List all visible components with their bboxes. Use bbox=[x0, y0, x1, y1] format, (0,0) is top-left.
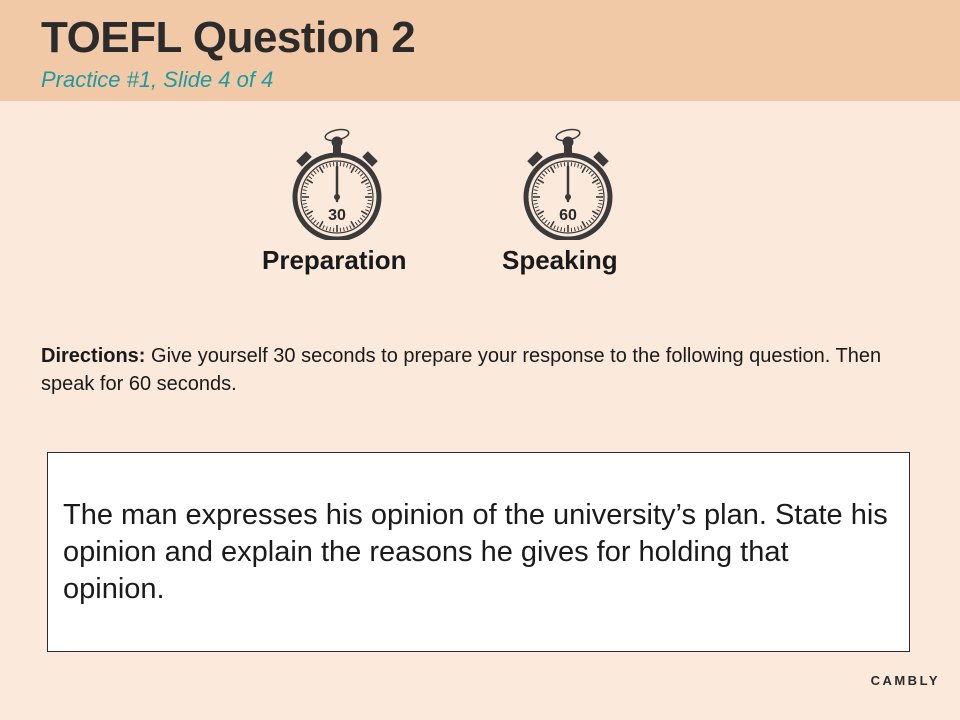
speaking-label: Speaking bbox=[502, 245, 618, 275]
preparation-seconds: 30 bbox=[328, 207, 346, 224]
directions-lead: Directions: bbox=[41, 345, 146, 367]
speaking-seconds: 60 bbox=[559, 207, 577, 224]
page-subtitle: Practice #1, Slide 4 of 4 bbox=[41, 67, 274, 92]
stopwatch-icon: 30 bbox=[287, 125, 387, 240]
question-box: The man expresses his opinion of the uni… bbox=[47, 452, 910, 652]
page-title: TOEFL Question 2 bbox=[41, 13, 416, 62]
header-bar: TOEFL Question 2 Practice #1, Slide 4 of… bbox=[0, 0, 960, 101]
brand-logo: CAMBLY bbox=[870, 673, 940, 688]
question-text: The man expresses his opinion of the uni… bbox=[63, 499, 888, 605]
stopwatch-icon: 60 bbox=[518, 125, 618, 240]
directions-text: Directions: Give yourself 30 seconds to … bbox=[41, 342, 921, 398]
preparation-label: Preparation bbox=[262, 245, 407, 275]
directions-body: Give yourself 30 seconds to prepare your… bbox=[41, 345, 882, 395]
